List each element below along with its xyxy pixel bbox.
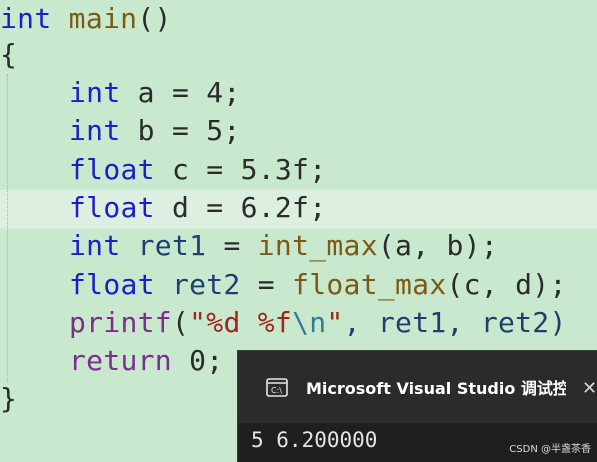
keyword-float: float xyxy=(69,153,155,186)
keyword-int: int xyxy=(0,2,52,35)
code-line-5[interactable]: float c = 5.3f; xyxy=(69,151,326,189)
escape-newline: \n xyxy=(292,306,327,339)
statement: a = 4; xyxy=(120,76,241,109)
function-printf: printf xyxy=(69,306,172,339)
close-brace: } xyxy=(0,382,18,415)
keyword-int: int xyxy=(69,76,121,109)
code-line-6[interactable]: float d = 6.2f; xyxy=(69,189,326,227)
code-line-9[interactable]: printf("%d %f\n", ret1, ret2) xyxy=(69,304,567,342)
assign: = xyxy=(206,229,258,262)
code-line-1[interactable]: int main() xyxy=(0,0,172,38)
statement: d = 6.2f; xyxy=(154,191,327,224)
args: , ret1, ret2) xyxy=(343,306,567,339)
args: (c, d); xyxy=(446,268,567,301)
statement: b = 5; xyxy=(120,114,241,147)
string-close-quote: " xyxy=(326,306,344,339)
function-int-max: int_max xyxy=(257,229,378,262)
keyword-return: return xyxy=(69,344,172,377)
open-paren: ( xyxy=(171,306,190,339)
keyword-int: int xyxy=(69,114,121,147)
code-line-10[interactable]: return 0; xyxy=(69,342,223,380)
variable-ret2: ret2 xyxy=(154,268,241,301)
open-brace: { xyxy=(0,38,18,71)
assign: = xyxy=(240,268,293,301)
args: (a, b); xyxy=(377,229,498,262)
statement: c = 5.3f; xyxy=(154,153,327,186)
keyword-float: float xyxy=(69,191,155,224)
code-line-4[interactable]: int b = 5; xyxy=(69,112,241,150)
code-line-2[interactable]: { xyxy=(0,36,17,74)
svg-text:C:\: C:\ xyxy=(271,386,282,395)
function-main: main xyxy=(68,2,138,35)
console-title: Microsoft Visual Studio 调试控 xyxy=(306,379,566,398)
indent-guide xyxy=(7,74,8,382)
statement: 0; xyxy=(171,344,224,377)
code-line-8[interactable]: float ret2 = float_max(c, d); xyxy=(69,266,567,304)
function-float-max: float_max xyxy=(292,268,447,301)
format-string: "%d %f xyxy=(189,306,293,339)
variable-ret1: ret1 xyxy=(120,229,207,262)
code-line-7[interactable]: int ret1 = int_max(a, b); xyxy=(69,227,498,265)
close-icon[interactable]: ✕ xyxy=(582,377,597,401)
keyword-float: float xyxy=(69,268,155,301)
code-line-11[interactable]: } xyxy=(0,380,17,418)
code-line-3[interactable]: int a = 4; xyxy=(69,74,241,112)
console-app-icon: C:\ xyxy=(266,377,288,399)
watermark: CSDN @半盏茶香 xyxy=(509,444,591,455)
parens: () xyxy=(137,2,172,35)
console-output: 5 6.200000 xyxy=(251,428,378,452)
keyword-int: int xyxy=(69,229,121,262)
